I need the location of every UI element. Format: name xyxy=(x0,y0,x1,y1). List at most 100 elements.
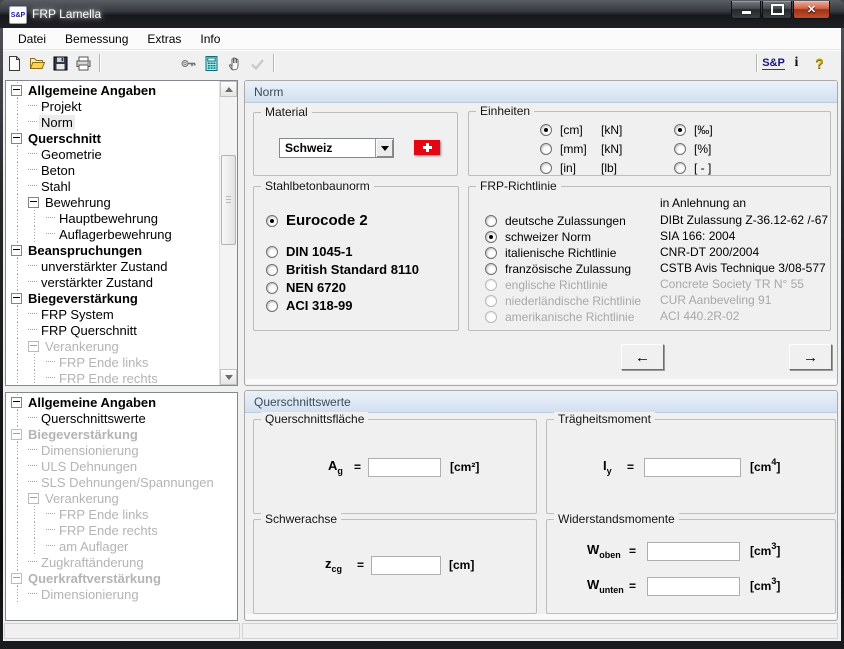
tree-item-frp-ende-rechts[interactable]: FRP Ende rechts xyxy=(6,522,237,538)
tree-item-biegeverst-rkung[interactable]: Biegeverstärkung xyxy=(6,290,220,306)
forward-button[interactable]: → xyxy=(789,344,832,370)
tree-item-norm[interactable]: Norm xyxy=(6,114,220,130)
tree-item-am-auflager[interactable]: am Auflager xyxy=(6,538,237,554)
radio-icon[interactable] xyxy=(485,311,497,323)
tree-collapse-icon[interactable] xyxy=(28,341,39,352)
close-button[interactable] xyxy=(793,1,830,19)
radio-icon[interactable] xyxy=(266,246,278,258)
back-button[interactable]: ← xyxy=(621,344,664,370)
tree-item-querkraftverst-rkung[interactable]: Querkraftverstärkung xyxy=(6,570,237,586)
tree-item-uls-dehnungen[interactable]: ULS Dehnungen xyxy=(6,458,237,474)
tree-item-geometrie[interactable]: Geometrie xyxy=(6,146,220,162)
tree-item-dimensionierung[interactable]: Dimensionierung xyxy=(6,586,237,602)
menu-item-extras[interactable]: Extras xyxy=(140,30,188,48)
tree-item-allgemeine-angaben[interactable]: Allgemeine Angaben xyxy=(6,82,220,98)
tree-collapse-icon[interactable] xyxy=(11,85,22,96)
radio-option-amerikanische-richtlinie[interactable]: amerikanische Richtlinie xyxy=(485,310,634,324)
radio-icon[interactable] xyxy=(485,295,497,307)
radio-icon[interactable] xyxy=(540,124,552,136)
tree-item-biegeverst-rkung[interactable]: Biegeverstärkung xyxy=(6,426,237,442)
radio-icon[interactable] xyxy=(266,300,278,312)
radio-icon[interactable] xyxy=(674,143,686,155)
print-button[interactable] xyxy=(72,52,95,74)
tree-item-hauptbewehrung[interactable]: Hauptbewehrung xyxy=(6,210,220,226)
modulus-bottom-input[interactable] xyxy=(647,577,740,596)
tree-collapse-icon[interactable] xyxy=(28,493,39,504)
radio-option-british-standard-8110[interactable]: British Standard 8110 xyxy=(266,262,419,277)
tree-collapse-icon[interactable] xyxy=(28,197,39,208)
tree-item-querschnitt[interactable]: Querschnitt xyxy=(6,130,220,146)
sp-logo-button[interactable]: S&P xyxy=(762,52,785,74)
tree-collapse-icon[interactable] xyxy=(11,245,22,256)
radio-option-mm[interactable]: [mm][kN] xyxy=(540,142,622,156)
radio-icon[interactable] xyxy=(266,215,278,227)
radio-icon[interactable] xyxy=(485,231,497,243)
info-button[interactable]: i xyxy=(785,52,808,74)
tree-item-unverst-rkter-zustand[interactable]: unverstärkter Zustand xyxy=(6,258,220,274)
maximize-button[interactable] xyxy=(762,1,792,19)
minimize-button[interactable] xyxy=(731,1,761,19)
save-button[interactable] xyxy=(49,52,72,74)
centroid-input[interactable] xyxy=(371,556,441,575)
combo-dropdown-button[interactable] xyxy=(375,139,393,157)
tree-collapse-icon[interactable] xyxy=(11,573,22,584)
radio-option-niederl-ndische-richtlinie[interactable]: niederländische Richtlinie xyxy=(485,294,641,308)
material-combobox[interactable]: Schweiz xyxy=(279,138,394,158)
radio-icon[interactable] xyxy=(266,282,278,294)
stop-hand-button[interactable] xyxy=(223,52,246,74)
radio-icon[interactable] xyxy=(674,162,686,174)
radio-icon[interactable] xyxy=(540,143,552,155)
calculate-button[interactable] xyxy=(200,52,223,74)
tree-item-frp-ende-links[interactable]: FRP Ende links xyxy=(6,354,220,370)
menu-item-datei[interactable]: Datei xyxy=(11,30,53,48)
radio-option-nen-6720[interactable]: NEN 6720 xyxy=(266,280,346,295)
radio-option-cm[interactable]: [cm][kN] xyxy=(540,123,622,137)
radio-icon[interactable] xyxy=(266,264,278,276)
modulus-top-input[interactable] xyxy=(647,542,740,561)
inertia-input[interactable] xyxy=(644,458,741,477)
radio-option-aci-318-99[interactable]: ACI 318-99 xyxy=(266,298,352,313)
radio-icon[interactable] xyxy=(485,263,497,275)
tree-item-verankerung[interactable]: Verankerung xyxy=(6,490,237,506)
tree-collapse-icon[interactable] xyxy=(11,397,22,408)
new-file-button[interactable] xyxy=(3,52,26,74)
tree-item-frp-ende-links[interactable]: FRP Ende links xyxy=(6,506,237,522)
radio-option-deutsche-zulassungen[interactable]: deutsche Zulassungen xyxy=(485,214,626,228)
menu-item-info[interactable]: Info xyxy=(193,30,227,48)
tree-item-frp-system[interactable]: FRP System xyxy=(6,306,220,322)
tree-item-dimensionierung[interactable]: Dimensionierung xyxy=(6,442,237,458)
radio-option-franz-sische-zulassung[interactable]: französische Zulassung xyxy=(485,262,631,276)
open-file-button[interactable] xyxy=(26,52,49,74)
radio-icon[interactable] xyxy=(485,215,497,227)
tree-item-zugkraft-nderung[interactable]: Zugkraftänderung xyxy=(6,554,237,570)
license-key-button[interactable] xyxy=(177,52,200,74)
tree-item-stahl[interactable]: Stahl xyxy=(6,178,220,194)
tree-item-beton[interactable]: Beton xyxy=(6,162,220,178)
radio-option-englische-richtlinie[interactable]: englische Richtlinie xyxy=(485,278,608,292)
tree-item-frp-ende-rechts[interactable]: FRP Ende rechts xyxy=(6,370,220,386)
scroll-thumb[interactable] xyxy=(221,155,236,245)
tree-item-bewehrung[interactable]: Bewehrung xyxy=(6,194,220,210)
radio-option-schweizer-norm[interactable]: schweizer Norm xyxy=(485,230,591,244)
radio-option-item[interactable]: [‰] xyxy=(674,123,713,137)
tree-scrollbar[interactable] xyxy=(219,81,237,385)
help-button[interactable]: ? xyxy=(808,52,831,74)
radio-icon[interactable] xyxy=(674,124,686,136)
scroll-down-button[interactable] xyxy=(220,369,237,385)
tree-collapse-icon[interactable] xyxy=(11,293,22,304)
radio-option-eurocode-2[interactable]: Eurocode 2 xyxy=(266,212,368,229)
tree-item-projekt[interactable]: Projekt xyxy=(6,98,220,114)
tree-item-verst-rkter-zustand[interactable]: verstärkter Zustand xyxy=(6,274,220,290)
radio-icon[interactable] xyxy=(485,247,497,259)
menu-item-bemessung[interactable]: Bemessung xyxy=(58,30,135,48)
apply-check-button[interactable] xyxy=(246,52,269,74)
tree-item-sls-dehnungen-spannungen[interactable]: SLS Dehnungen/Spannungen xyxy=(6,474,237,490)
scroll-up-button[interactable] xyxy=(220,81,237,97)
tree-collapse-icon[interactable] xyxy=(11,429,22,440)
radio-icon[interactable] xyxy=(540,162,552,174)
radio-option-item[interactable]: [%] xyxy=(674,142,711,156)
radio-option-din-1045-1[interactable]: DIN 1045-1 xyxy=(266,244,352,259)
tree-item-querschnittswerte[interactable]: Querschnittswerte xyxy=(6,410,237,426)
tree-collapse-icon[interactable] xyxy=(11,133,22,144)
tree-item-allgemeine-angaben[interactable]: Allgemeine Angaben xyxy=(6,394,237,410)
